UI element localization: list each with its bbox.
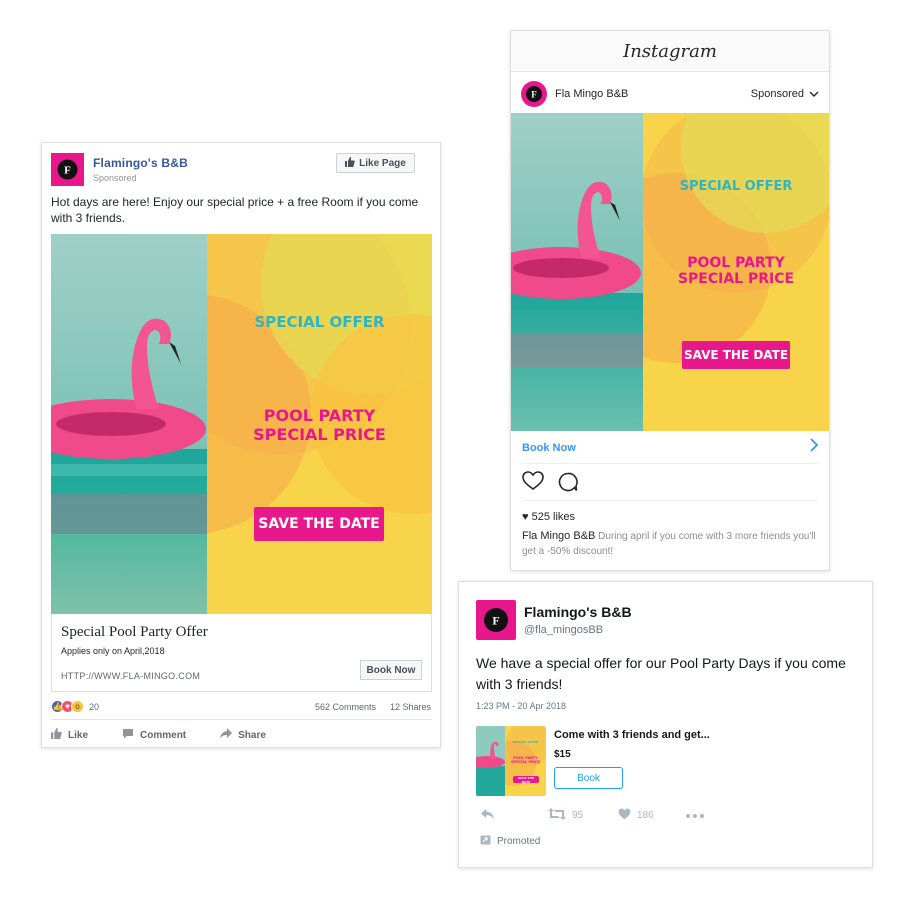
pool-party-text: POOL PARTY SPECIAL PRICE: [207, 406, 432, 444]
post-actions: Like Comment Share: [51, 728, 266, 742]
likes-count[interactable]: ♥ 525 likes: [522, 511, 575, 523]
like-action[interactable]: 186: [618, 808, 686, 823]
tweet-timestamp[interactable]: 1:23 PM - 20 Apr 2018: [476, 701, 566, 711]
reaction-count: 20: [89, 701, 100, 712]
chevron-down-icon: [809, 88, 819, 100]
save-the-date-badge: SAVE THE DATE: [513, 776, 539, 784]
pool-party-text: POOL PARTY SPECIAL PRICE: [505, 756, 546, 764]
reply-icon: [480, 808, 495, 823]
tweet-text: We have a special offer for our Pool Par…: [476, 655, 846, 692]
tweet-actions: 95 186: [480, 808, 704, 823]
divider: [522, 500, 818, 501]
thumbs-up-icon: [345, 156, 355, 170]
flamingo-photo: [476, 726, 505, 796]
actions-divider: [51, 719, 432, 720]
heart-icon[interactable]: [522, 471, 544, 496]
sponsored-dropdown[interactable]: Sponsored: [751, 88, 819, 100]
post-text: Hot days are here! Enjoy our special pri…: [51, 195, 419, 225]
pool-party-line2: SPECIAL PRICE: [510, 760, 541, 764]
account-avatar[interactable]: F: [521, 81, 547, 107]
twitter-ad-card: F Flamingo's B&B @fla_mingosBB We have a…: [458, 581, 873, 868]
account-name[interactable]: Fla Mingo B&B: [555, 88, 628, 100]
link-url[interactable]: HTTP://WWW.FLA-MINGO.COM: [61, 671, 200, 681]
pool-party-line1: POOL PARTY: [687, 255, 785, 271]
svg-text:F: F: [531, 90, 537, 100]
retweet-icon: [548, 808, 566, 823]
share-action-label: Share: [238, 729, 266, 741]
engagement-counts: 562 Comments 12 Shares: [315, 702, 431, 712]
thumbs-up-icon: [51, 728, 62, 742]
card-thumbnail[interactable]: SPECIAL OFFER POOL PARTY SPECIAL PRICE S…: [476, 726, 546, 796]
page-name[interactable]: Flamingo's B&B: [93, 156, 188, 170]
more-action[interactable]: [686, 810, 704, 821]
creative-artwork: SPECIAL OFFER POOL PARTY SPECIAL PRICE S…: [476, 726, 546, 796]
link-title[interactable]: Special Pool Party Offer: [61, 624, 208, 641]
like-page-button[interactable]: Like Page: [336, 153, 415, 173]
like-page-label: Like Page: [359, 157, 406, 169]
save-the-date-badge: SAVE THE DATE: [254, 507, 384, 541]
special-offer-text: SPECIAL OFFER: [254, 313, 385, 331]
flamingo-photo: [511, 113, 643, 431]
wow-reaction-icon: o: [71, 700, 84, 713]
more-icon: [686, 810, 704, 821]
retweet-action[interactable]: 95: [548, 808, 618, 823]
comment-icon: [122, 728, 134, 742]
divider: [522, 463, 818, 464]
svg-text:F: F: [492, 614, 499, 628]
creative-artwork: SPECIAL OFFER POOL PARTY SPECIAL PRICE S…: [511, 113, 829, 431]
promoted-label: Promoted: [480, 835, 540, 848]
instagram-ad-card: Instagram F Fla Mingo B&B Sponsored SPEC…: [510, 30, 830, 571]
caption: Fla Mingo B&B During april if you come w…: [522, 529, 822, 559]
reply-action[interactable]: [480, 808, 548, 823]
link-preview[interactable]: Special Pool Party Offer Applies only on…: [51, 614, 432, 692]
promoted-icon: [480, 835, 491, 848]
caption-account[interactable]: Fla Mingo B&B: [522, 530, 595, 542]
comment-action-label: Comment: [140, 729, 187, 741]
like-action-label: Like: [68, 729, 89, 741]
profile-handle[interactable]: @fla_mingosBB: [524, 624, 603, 636]
pool-party-line2: SPECIAL PRICE: [253, 425, 386, 444]
page-avatar[interactable]: F: [51, 153, 84, 186]
comments-count[interactable]: 562 Comments: [315, 702, 376, 712]
shares-count[interactable]: 12 Shares: [390, 702, 431, 712]
card-title[interactable]: Come with 3 friends and get...: [554, 729, 710, 741]
pool-party-line1: POOL PARTY: [263, 406, 376, 425]
creative-artwork: SPECIAL OFFER POOL PARTY SPECIAL PRICE S…: [51, 234, 432, 614]
sponsored-label: Sponsored: [750, 88, 804, 100]
svg-text:F: F: [64, 165, 71, 177]
like-action[interactable]: Like: [51, 728, 88, 742]
facebook-ad-card: F Flamingo's B&B Sponsored Like Page Hot…: [41, 142, 441, 748]
reactions-summary[interactable]: 👍 ♥ o 20: [51, 700, 99, 713]
profile-name[interactable]: Flamingo's B&B: [524, 604, 632, 620]
instagram-logo: Instagram: [511, 31, 829, 72]
like-heart-icon: [618, 808, 631, 823]
comment-action[interactable]: Comment: [122, 728, 186, 742]
comment-bubble-icon[interactable]: [558, 472, 578, 497]
book-button[interactable]: Book: [554, 767, 623, 789]
pool-party-text: POOL PARTY SPECIAL PRICE: [643, 255, 829, 287]
book-now-button[interactable]: Book Now: [360, 660, 422, 680]
special-offer-text: SPECIAL OFFER: [679, 179, 793, 194]
ad-creative[interactable]: SPECIAL OFFER POOL PARTY SPECIAL PRICE S…: [511, 113, 829, 431]
special-offer-text: SPECIAL OFFER: [512, 740, 539, 744]
ad-creative[interactable]: SPECIAL OFFER POOL PARTY SPECIAL PRICE S…: [51, 234, 432, 614]
share-icon: [220, 728, 233, 742]
share-action[interactable]: Share: [220, 728, 266, 742]
sponsored-label: Sponsored: [93, 173, 137, 183]
promoted-text: Promoted: [497, 836, 541, 847]
profile-avatar[interactable]: F: [476, 600, 516, 640]
chevron-right-icon[interactable]: [809, 438, 819, 457]
pool-party-line2: SPECIAL PRICE: [677, 271, 795, 287]
link-subtitle: Applies only on April,2018: [61, 646, 165, 656]
save-the-date-badge: SAVE THE DATE: [682, 341, 790, 369]
book-now-link[interactable]: Book Now: [522, 442, 576, 454]
like-count: 186: [637, 810, 654, 821]
flamingo-photo: [51, 234, 207, 614]
retweet-count: 95: [572, 810, 584, 821]
card-price: $15: [554, 749, 571, 760]
